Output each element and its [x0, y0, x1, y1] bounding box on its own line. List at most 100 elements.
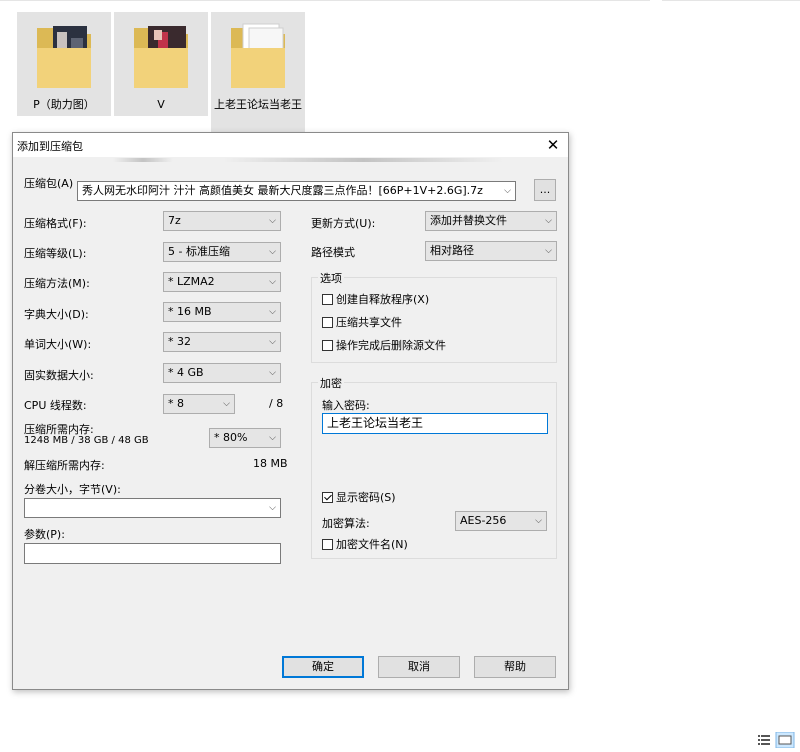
checkbox-box: [322, 492, 333, 503]
mem-detail: 1248 MB / 38 GB / 48 GB: [24, 435, 149, 446]
password-label: 输入密码:: [322, 399, 370, 412]
chevron-down-icon: ⌵: [223, 399, 230, 409]
encrypt-names-checkbox[interactable]: 加密文件名(N): [322, 538, 408, 552]
encrypt-method-select[interactable]: AES-256 ⌵: [455, 511, 547, 531]
checkbox-box: [322, 317, 333, 328]
level-label: 压缩等级(L):: [24, 247, 87, 260]
show-password-label: 显示密码(S): [336, 491, 396, 504]
dict-label: 字典大小(D):: [24, 308, 89, 321]
mem-value: * 80%: [214, 431, 248, 444]
folder-icon: [37, 26, 91, 88]
solid-label: 固实数据大小:: [24, 369, 94, 382]
method-label: 压缩方法(M):: [24, 277, 90, 290]
update-label: 更新方式(U):: [311, 217, 376, 230]
folder-tile-p[interactable]: P（助力图）: [17, 12, 111, 116]
dict-select[interactable]: * 16 MB ⌵: [163, 302, 281, 322]
chevron-down-icon: ⌵: [269, 216, 276, 226]
word-label: 单词大小(W):: [24, 338, 92, 351]
update-value: 添加并替换文件: [430, 214, 507, 227]
word-select[interactable]: * 32 ⌵: [163, 332, 281, 352]
checkbox-box: [322, 294, 333, 305]
chevron-down-icon: ⌵: [269, 307, 276, 317]
method-value: * LZMA2: [168, 275, 215, 288]
format-select[interactable]: 7z ⌵: [163, 211, 281, 231]
help-button[interactable]: 帮助: [474, 656, 556, 678]
split-label: 分卷大小，字节(V):: [24, 483, 121, 496]
chevron-down-icon: ⌵: [269, 433, 276, 443]
encryption-title: 加密: [318, 375, 344, 391]
delete-source-checkbox[interactable]: 操作完成后删除源文件: [322, 339, 446, 353]
options-title: 选项: [318, 270, 344, 286]
shared-label: 压缩共享文件: [336, 316, 402, 329]
format-value: 7z: [168, 214, 181, 227]
path-select[interactable]: 相对路径 ⌵: [425, 241, 557, 261]
cpu-total: / 8: [269, 397, 284, 410]
blur-artifact: [113, 158, 173, 162]
path-label: 路径模式: [311, 246, 355, 259]
folder-name: 上老王论坛当老王: [214, 98, 302, 111]
sfx-checkbox[interactable]: 创建自释放程序(X): [322, 293, 429, 307]
archive-path-value: 秀人网无水印阿汁 汁汁 高颜值美女 最新大尺度露三点作品！[66P+1V+2.6…: [82, 184, 483, 197]
encrypt-names-label: 加密文件名(N): [336, 538, 408, 551]
chevron-down-icon: ⌵: [269, 277, 276, 287]
browse-button[interactable]: ...: [534, 179, 556, 201]
level-value: 5 - 标准压缩: [168, 245, 230, 258]
archive-path-combo[interactable]: 秀人网无水印阿汁 汁汁 高颜值美女 最新大尺度露三点作品！[66P+1V+2.6…: [77, 181, 516, 201]
show-password-checkbox[interactable]: 显示密码(S): [322, 491, 396, 505]
unmem-label: 解压缩所需内存:: [24, 459, 105, 472]
add-to-archive-dialog: 添加到压缩包 ✕ 压缩包(A) 秀人网无水印阿汁 汁汁 高颜值美女 最新大尺度露…: [12, 132, 569, 690]
folder-name: V: [157, 98, 165, 111]
chevron-down-icon: ⌵: [269, 247, 276, 257]
view-mode-icons: [758, 732, 795, 748]
folder-tile-laowang[interactable]: 上老王论坛当老王: [211, 12, 305, 132]
dict-value: * 16 MB: [168, 305, 212, 318]
top-divider: [0, 0, 650, 1]
solid-select[interactable]: * 4 GB ⌵: [163, 363, 281, 383]
cpu-value: * 8: [168, 397, 184, 410]
format-label: 压缩格式(F):: [24, 217, 87, 230]
unmem-value: 18 MB: [253, 457, 288, 470]
chevron-down-icon: ⌵: [535, 516, 542, 526]
chevron-down-icon: ⌵: [545, 246, 552, 256]
folder-icon: [231, 23, 285, 88]
details-view-icon[interactable]: [758, 735, 770, 745]
folder-icon: [134, 26, 188, 88]
chevron-down-icon: ⌵: [545, 216, 552, 226]
chevron-down-icon: ⌵: [269, 337, 276, 347]
close-icon[interactable]: ✕: [538, 133, 568, 157]
split-size-combo[interactable]: ⌵: [24, 498, 281, 518]
cancel-button[interactable]: 取消: [378, 656, 460, 678]
checkbox-box: [322, 539, 333, 550]
encrypt-method-label: 加密算法:: [322, 517, 370, 530]
path-value: 相对路径: [430, 244, 474, 257]
dialog-title: 添加到压缩包: [17, 140, 83, 153]
mem-select[interactable]: * 80% ⌵: [209, 428, 281, 448]
chevron-down-icon: ⌵: [504, 186, 511, 196]
dialog-titlebar: 添加到压缩包 ✕: [13, 133, 568, 157]
archive-label: 压缩包(A): [24, 177, 74, 190]
word-value: * 32: [168, 335, 191, 348]
password-input[interactable]: 上老王论坛当老王: [322, 413, 548, 434]
update-select[interactable]: 添加并替换文件 ⌵: [425, 211, 557, 231]
checkbox-box: [322, 340, 333, 351]
method-select[interactable]: * LZMA2 ⌵: [163, 272, 281, 292]
sfx-label: 创建自释放程序(X): [336, 293, 430, 306]
delete-source-label: 操作完成后删除源文件: [336, 339, 446, 352]
shared-checkbox[interactable]: 压缩共享文件: [322, 316, 402, 330]
encrypt-method-value: AES-256: [460, 514, 507, 527]
params-input[interactable]: [24, 543, 281, 564]
encryption-group: 加密 输入密码: 上老王论坛当老王 显示密码(S) 加密算法: AES-256 …: [311, 375, 557, 559]
folder-tile-v[interactable]: V: [114, 12, 208, 116]
large-icons-view-icon[interactable]: [775, 732, 795, 748]
folder-name: P（助力图）: [33, 98, 95, 111]
solid-value: * 4 GB: [168, 366, 204, 379]
options-group: 选项 创建自释放程序(X) 压缩共享文件 操作完成后删除源文件: [311, 270, 557, 363]
ok-button[interactable]: 确定: [282, 656, 364, 678]
params-label: 参数(P):: [24, 528, 65, 541]
chevron-down-icon: ⌵: [269, 503, 276, 513]
blur-artifact: [223, 158, 503, 162]
cpu-select[interactable]: * 8 ⌵: [163, 394, 235, 414]
cpu-label: CPU 线程数:: [24, 399, 87, 412]
chevron-down-icon: ⌵: [269, 368, 276, 378]
level-select[interactable]: 5 - 标准压缩 ⌵: [163, 242, 281, 262]
